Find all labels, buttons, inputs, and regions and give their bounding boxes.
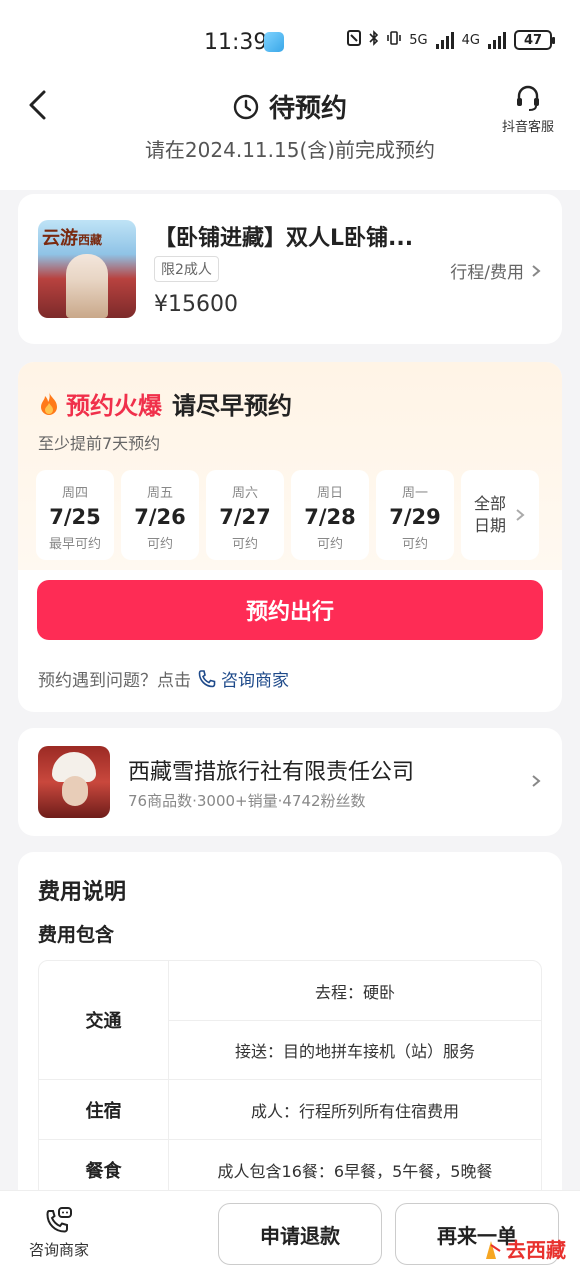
date-weekday: 周六	[231, 486, 258, 501]
date-status: 可约	[401, 537, 428, 552]
date-day: 7/26	[134, 505, 186, 529]
booking-card: 预约火爆 请尽早预约 至少提前7天预约 周四 7/25 最早可约 周五 7/26…	[18, 362, 562, 712]
product-price: ¥15600	[154, 292, 238, 317]
phone-chat-icon	[46, 1207, 72, 1233]
date-day: 7/25	[49, 505, 101, 529]
chevron-right-icon	[532, 775, 541, 787]
consult-merchant-label: 咨询商家	[28, 1241, 89, 1259]
product-card[interactable]: 云游西藏 【卧铺进藏】双人L卧铺... 限2成人 行程/费用 ¥15600	[18, 194, 562, 344]
date-option[interactable]: 周一 7/29 可约	[376, 470, 454, 560]
shop-stats: 76商品数·3000+销量·4742粉丝数	[128, 792, 366, 810]
fee-subtitle: 费用包含	[38, 924, 115, 946]
signal-icon-2	[488, 31, 506, 49]
fee-item: 接送：目的地拼车接机（站）服务	[169, 1020, 541, 1079]
watermark-logo-icon	[486, 1240, 501, 1259]
fee-items: 去程：硬卧 接送：目的地拼车接机（站）服务	[169, 961, 541, 1079]
chevron-right-icon	[516, 509, 525, 521]
app-notification-icon	[264, 32, 284, 52]
itinerary-fee-link[interactable]: 行程/费用	[450, 258, 542, 283]
product-title: 【卧铺进藏】双人L卧铺...	[154, 226, 414, 251]
date-weekday: 周五	[146, 486, 173, 501]
consult-merchant-link[interactable]: 咨询商家	[197, 666, 289, 691]
product-thumbnail: 云游西藏	[38, 220, 136, 318]
date-day: 7/28	[304, 505, 356, 529]
consult-merchant-label: 咨询商家	[221, 671, 289, 691]
status-icons: 5G 4G 47	[347, 30, 555, 50]
chevron-right-icon	[532, 264, 541, 277]
network-label-4g: 4G	[461, 32, 480, 48]
fee-row-lodging: 住宿 成人：行程所列所有住宿费用	[39, 1079, 541, 1139]
customer-service-label: 抖音客服	[501, 120, 554, 135]
advance-booking-note: 至少提前7天预约	[38, 434, 161, 453]
avatar-face	[62, 776, 88, 806]
fee-table: 交通 去程：硬卧 接送：目的地拼车接机（站）服务 住宿 成人：行程所列所有住宿费…	[38, 960, 542, 1200]
page-header: 待预约 抖音客服 请在2024.11.15(含)前完成预约	[0, 76, 580, 190]
date-option[interactable]: 周六 7/27 可约	[206, 470, 284, 560]
itinerary-fee-label: 行程/费用	[450, 263, 524, 283]
help-text: 预约遇到问题？点击	[38, 671, 191, 691]
headset-icon	[517, 85, 539, 111]
fee-row-transport: 交通 去程：硬卧 接送：目的地拼车接机（站）服务	[39, 961, 541, 1079]
shop-avatar	[38, 746, 110, 818]
shop-card[interactable]: 西藏雪措旅行社有限责任公司 76商品数·3000+销量·4742粉丝数	[18, 728, 562, 836]
flame-icon	[41, 391, 57, 415]
date-status: 可约	[316, 537, 343, 552]
date-option[interactable]: 周日 7/28 可约	[291, 470, 369, 560]
all-dates-label: 全部日期	[474, 494, 507, 535]
booking-deadline: 请在2024.11.15(含)前完成预约	[144, 138, 436, 162]
date-status: 最早可约	[48, 537, 101, 552]
book-trip-button[interactable]: 预约出行	[37, 580, 543, 640]
nfc-icon	[347, 30, 362, 50]
thumbnail-figure	[66, 254, 108, 318]
status-time: 11:39	[204, 30, 268, 55]
hot-label: 预约火爆	[66, 392, 162, 420]
date-status: 可约	[231, 537, 258, 552]
status-bar: 11:39 5G 4G 47	[0, 0, 580, 76]
shop-name: 西藏雪措旅行社有限责任公司	[128, 760, 415, 785]
title-wrap: 待预约	[0, 88, 580, 125]
help-row: 预约遇到问题？点击 咨询商家	[38, 666, 289, 691]
bluetooth-icon	[369, 30, 379, 50]
page-title: 待预约	[268, 94, 347, 124]
fee-category: 交通	[39, 961, 169, 1079]
date-day: 7/27	[219, 505, 271, 529]
network-label-5g: 5G	[409, 32, 428, 48]
consult-merchant-button[interactable]: 咨询商家	[14, 1205, 104, 1260]
bottom-action-bar: 咨询商家 申请退款 再来一单	[0, 1190, 580, 1276]
fee-title: 费用说明	[38, 880, 127, 905]
battery-icon: 47	[514, 30, 555, 50]
hot-subtitle: 请尽早预约	[172, 392, 292, 420]
vibrate-icon	[387, 30, 402, 50]
request-refund-button[interactable]: 申请退款	[218, 1203, 382, 1265]
fee-item: 去程：硬卧	[314, 982, 395, 1002]
all-dates-button[interactable]: 全部日期	[461, 470, 539, 560]
date-weekday: 周日	[316, 486, 343, 501]
customer-service-button[interactable]: 抖音客服	[498, 84, 558, 135]
date-weekday: 周一	[401, 486, 428, 501]
phone-icon	[198, 669, 216, 687]
date-weekday: 周四	[61, 486, 88, 501]
signal-icon	[435, 31, 454, 49]
fee-items: 成人：行程所列所有住宿费用	[169, 1080, 541, 1139]
hot-banner: 预约火爆 请尽早预约	[38, 386, 292, 421]
watermark: 去西藏	[482, 1234, 566, 1263]
adult-limit-tag: 限2成人	[154, 256, 219, 282]
fee-item: 成人：行程所列所有住宿费用	[250, 1101, 459, 1121]
date-selector: 周四 7/25 最早可约 周五 7/26 可约 周六 7/27 可约 周日 7/…	[36, 470, 539, 560]
watermark-text: 去西藏	[506, 1238, 566, 1262]
clock-icon	[233, 94, 259, 119]
date-option[interactable]: 周五 7/26 可约	[121, 470, 199, 560]
date-day: 7/29	[389, 505, 441, 529]
fee-category: 住宿	[39, 1080, 169, 1139]
date-option[interactable]: 周四 7/25 最早可约	[36, 470, 114, 560]
thumbnail-title: 云游西藏	[42, 228, 103, 249]
date-status: 可约	[146, 537, 173, 552]
